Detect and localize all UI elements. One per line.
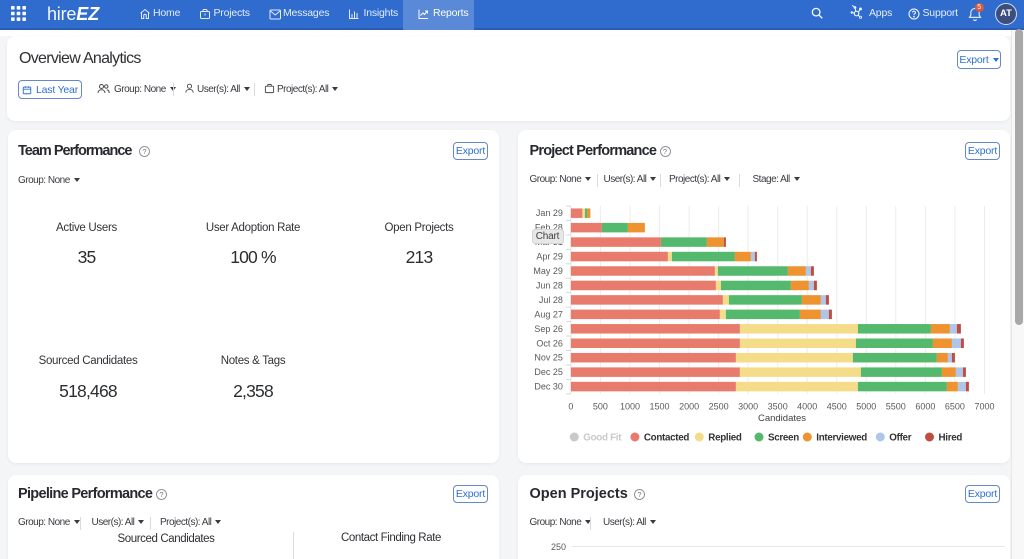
svg-text:6500: 6500 xyxy=(945,402,965,412)
svg-text:Hired: Hired xyxy=(939,433,963,444)
svg-text:Jan 29: Jan 29 xyxy=(536,208,563,218)
svg-text:Dec 25: Dec 25 xyxy=(534,367,563,377)
svg-text:5500: 5500 xyxy=(886,402,906,412)
svg-text:1500: 1500 xyxy=(649,402,669,412)
svg-text:4000: 4000 xyxy=(797,402,817,412)
svg-text:Interviewed: Interviewed xyxy=(816,433,867,444)
svg-text:Aug 27: Aug 27 xyxy=(534,309,563,319)
svg-text:5000: 5000 xyxy=(856,402,876,412)
svg-text:Oct 26: Oct 26 xyxy=(536,338,563,348)
svg-text:1000: 1000 xyxy=(620,402,640,412)
svg-text:2000: 2000 xyxy=(679,402,699,412)
svg-text:6000: 6000 xyxy=(915,402,935,412)
svg-text:Offer: Offer xyxy=(889,433,911,444)
svg-text:Nov 25: Nov 25 xyxy=(534,353,563,363)
svg-text:Apr 29: Apr 29 xyxy=(536,252,563,262)
svg-text:0: 0 xyxy=(568,402,573,412)
svg-text:May 29: May 29 xyxy=(533,266,563,276)
svg-text:3500: 3500 xyxy=(768,402,788,412)
svg-text:4500: 4500 xyxy=(827,402,847,412)
svg-text:Candidates: Candidates xyxy=(758,413,806,424)
svg-text:500: 500 xyxy=(593,402,608,412)
svg-text:Replied: Replied xyxy=(708,433,742,444)
svg-text:Jul 28: Jul 28 xyxy=(539,295,563,305)
svg-text:Jun 28: Jun 28 xyxy=(536,280,563,290)
svg-text:Dec 30: Dec 30 xyxy=(534,382,563,392)
svg-text:2500: 2500 xyxy=(709,402,729,412)
svg-text:Good Fit: Good Fit xyxy=(583,433,622,444)
svg-text:Sep 26: Sep 26 xyxy=(534,324,563,334)
svg-text:7000: 7000 xyxy=(974,402,994,412)
svg-text:Screen: Screen xyxy=(768,433,799,444)
svg-text:Contacted: Contacted xyxy=(644,433,690,444)
svg-text:3000: 3000 xyxy=(738,402,758,412)
